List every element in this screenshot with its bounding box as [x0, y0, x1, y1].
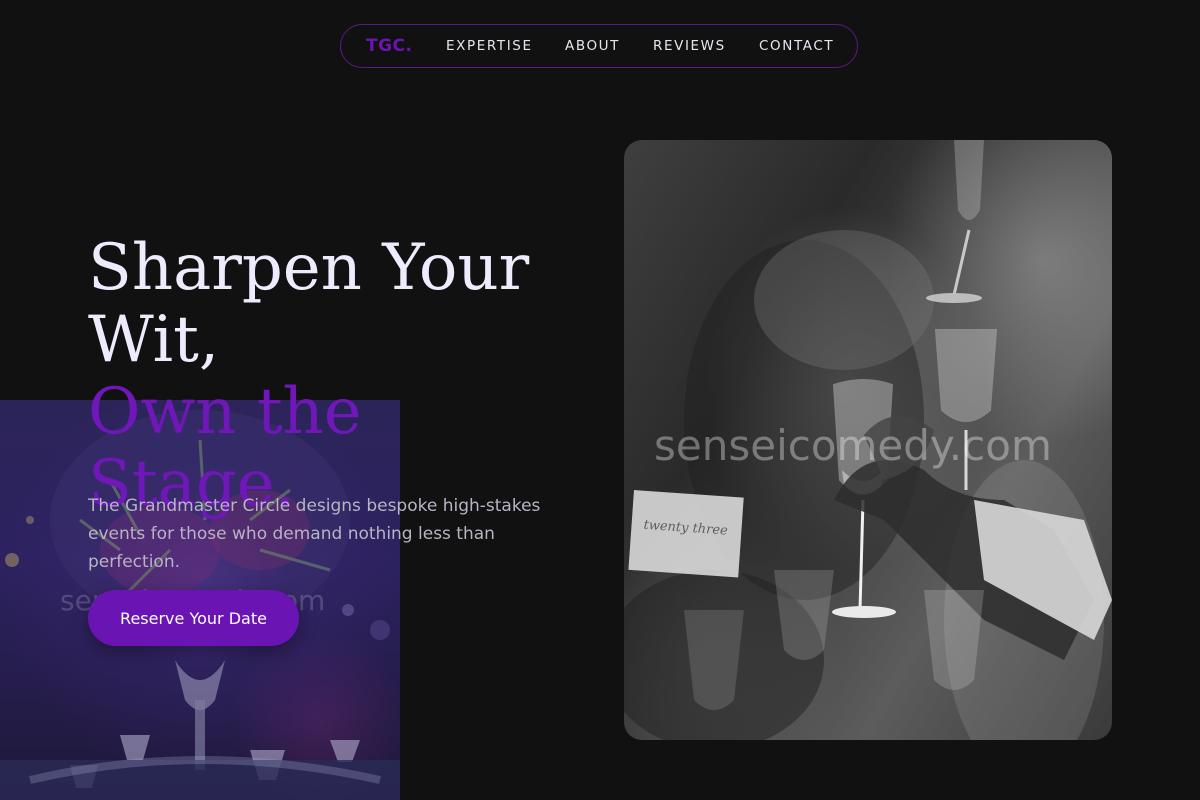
- nav-link-contact[interactable]: CONTACT: [759, 38, 834, 54]
- toast-illustration: twenty three senseicomedy.com: [624, 140, 1112, 740]
- headline-line-2: Wit,: [88, 303, 220, 377]
- hero-description: The Grandmaster Circle designs bespoke h…: [88, 496, 541, 572]
- hero-headline: Sharpen Your Wit, Own the Stage.: [88, 232, 588, 520]
- headline-line-1: Sharpen Your: [88, 231, 530, 305]
- hero: Sharpen Your Wit, Own the Stage.: [88, 232, 588, 520]
- watermark-right: senseicomedy.com: [654, 421, 1052, 470]
- champagne-toast-photo: twenty three senseicomedy.com: [624, 140, 1112, 740]
- nav-link-reviews[interactable]: REVIEWS: [653, 38, 726, 54]
- logo[interactable]: TGC.: [366, 36, 412, 56]
- nav-link-about[interactable]: ABOUT: [565, 38, 620, 54]
- nav-bar: TGC. EXPERTISE ABOUT REVIEWS CONTACT: [340, 24, 858, 68]
- reserve-date-button[interactable]: Reserve Your Date: [88, 590, 299, 646]
- nav-link-expertise[interactable]: EXPERTISE: [446, 38, 533, 54]
